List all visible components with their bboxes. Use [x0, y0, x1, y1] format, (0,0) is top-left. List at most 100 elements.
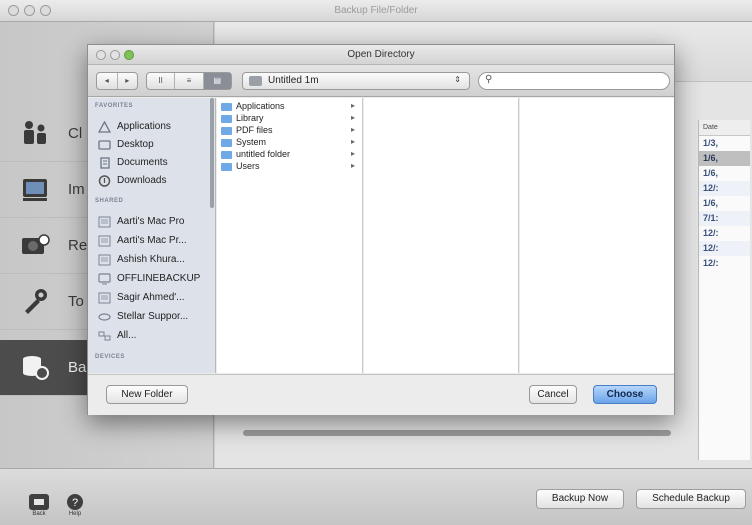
- sidebar-item-label: Aarti's Mac Pro: [117, 216, 185, 227]
- folder-name: Applications: [236, 101, 285, 111]
- devices-heading: DEVICES: [95, 354, 125, 360]
- applications-icon: [98, 121, 111, 133]
- horizontal-scrollbar[interactable]: [243, 430, 671, 436]
- folder-icon: [221, 103, 232, 111]
- chevron-right-icon: ▸: [350, 101, 355, 110]
- back-forward-control: ◂ ▸: [96, 72, 138, 90]
- table-cell-date: 12/:: [699, 241, 750, 256]
- table-cell-date: 7/1:: [699, 211, 750, 226]
- back-icon[interactable]: [28, 493, 50, 511]
- chevron-right-icon: ▸: [350, 149, 355, 158]
- drive-restore-icon: [22, 234, 50, 254]
- sidebar-item-label: OFFLINEBACKUP: [117, 273, 201, 284]
- folder-icon: [221, 139, 232, 147]
- table-cell-date: 12/:: [703, 228, 719, 238]
- disk-image-icon: [23, 179, 47, 201]
- drive-icon: [249, 76, 262, 86]
- sidebar-item-label: Desktop: [117, 139, 154, 150]
- browser-column-3: [520, 98, 674, 373]
- sidebar-item-applications[interactable]: Applications: [98, 118, 215, 136]
- documents-icon: [100, 157, 110, 169]
- sidebar-item-label: Documents: [117, 157, 168, 168]
- database-backup-icon: [23, 356, 49, 380]
- sidebar-item-label: Applications: [117, 121, 171, 132]
- browser-column-2: [364, 98, 519, 373]
- table-cell-date: 1/6,: [703, 198, 719, 208]
- schedule-backup-button[interactable]: Schedule Backup: [636, 489, 746, 509]
- downloads-icon: [98, 175, 111, 187]
- column-view-button[interactable]: ▤: [203, 73, 231, 89]
- computer-icon: [98, 254, 111, 266]
- column-header-date[interactable]: Date: [699, 120, 750, 136]
- choose-button[interactable]: Choose: [593, 385, 657, 404]
- backup-now-button[interactable]: Backup Now: [536, 489, 624, 509]
- sidebar-item-shared-all[interactable]: All...: [98, 327, 215, 345]
- cancel-button[interactable]: Cancel: [529, 385, 577, 404]
- sidebar-item-shared-computer[interactable]: Sagir Ahmed'...: [98, 289, 215, 307]
- bottom-toolbar: Back ? Help Backup Now Schedule Backup: [0, 468, 752, 525]
- updown-arrows-icon: ⇕: [454, 75, 461, 84]
- folder-name: System: [236, 137, 267, 147]
- dialog-sidebar: FAVORITES Applications Desktop Documents…: [88, 98, 216, 373]
- sidebar-item-label: To: [68, 293, 84, 310]
- sidebar-item-label: Im: [68, 181, 85, 198]
- people-icon: [24, 121, 46, 144]
- help-icon[interactable]: ?: [64, 493, 86, 511]
- dialog-titlebar: Open Directory: [88, 45, 674, 65]
- computer-icon: [98, 216, 111, 228]
- folder-icon: [221, 115, 232, 123]
- display-icon: [98, 273, 111, 285]
- app-title: Backup File/Folder: [334, 5, 418, 16]
- file-table-date-column: Date 1/3, 1/6, 1/6, 12/: 1/6, 7/1: 12/: …: [698, 120, 750, 460]
- dialog-footer: New Folder Cancel Choose: [88, 374, 674, 415]
- folder-name: Users: [236, 161, 260, 171]
- sidebar-item-label: Sagir Ahmed'...: [117, 292, 185, 303]
- list-item-folder[interactable]: Users ▸: [221, 161, 361, 174]
- open-directory-dialog: Open Directory ◂ ▸ II ≡ ▤ Untitled 1m ⇕ …: [87, 44, 675, 415]
- nav-forward-button[interactable]: ▸: [118, 73, 138, 89]
- sidebar-item-label: Stellar Suppor...: [117, 311, 189, 322]
- tools-icon: [25, 289, 47, 314]
- location-popup[interactable]: Untitled 1m ⇕: [242, 72, 470, 90]
- sidebar-item-shared-computer[interactable]: Ashish Khura...: [98, 251, 215, 269]
- chevron-right-icon: ▸: [350, 125, 355, 134]
- sidebar-item-label: Aarti's Mac Pr...: [117, 235, 187, 246]
- sidebar-item-label: Ashish Khura...: [117, 254, 185, 265]
- sidebar-item-downloads[interactable]: Downloads: [98, 172, 215, 190]
- new-folder-button[interactable]: New Folder: [106, 385, 188, 404]
- chevron-right-icon: ▸: [350, 137, 355, 146]
- sidebar-item-label: Downloads: [117, 175, 167, 186]
- table-cell-date: 1/6,: [703, 168, 719, 178]
- favorites-heading: FAVORITES: [95, 103, 134, 109]
- computer-icon: [98, 292, 111, 304]
- shared-heading: SHARED: [95, 198, 124, 204]
- folder-name: untitled folder: [236, 149, 291, 159]
- search-field[interactable]: ⚲: [478, 72, 670, 90]
- search-icon: ⚲: [485, 74, 493, 85]
- icon-view-button[interactable]: II: [147, 73, 176, 89]
- network-icon: [98, 313, 111, 321]
- nav-back-button[interactable]: ◂: [97, 73, 118, 89]
- sidebar-item-shared-computer[interactable]: Aarti's Mac Pro: [98, 213, 215, 231]
- table-cell-date: 1/3,: [703, 138, 719, 148]
- sidebar-item-label: Cl: [68, 125, 83, 142]
- table-cell-date: 1/6,: [699, 151, 750, 166]
- list-view-button[interactable]: ≡: [175, 73, 204, 89]
- desktop-icon: [98, 140, 111, 150]
- sidebar-item-shared-network[interactable]: Stellar Suppor...: [98, 308, 215, 326]
- network-all-icon: [98, 331, 111, 341]
- folder-name: Library: [236, 113, 264, 123]
- table-cell-date: 12/:: [699, 181, 750, 196]
- sidebar-item-label: Re: [68, 237, 88, 254]
- location-label: Untitled 1m: [268, 75, 319, 86]
- sidebar-item-shared-display[interactable]: OFFLINEBACKUP: [98, 270, 215, 288]
- svg-text:?: ?: [72, 497, 78, 509]
- folder-icon: [221, 163, 232, 171]
- sidebar-item-desktop[interactable]: Desktop: [98, 136, 215, 154]
- sidebar-item-label: All...: [117, 330, 137, 341]
- sidebar-item-documents[interactable]: Documents: [98, 154, 215, 172]
- folder-icon: [221, 151, 232, 159]
- chevron-right-icon: ▸: [350, 113, 355, 122]
- table-cell-date: 12/:: [703, 258, 719, 268]
- sidebar-item-shared-computer[interactable]: Aarti's Mac Pr...: [98, 232, 215, 250]
